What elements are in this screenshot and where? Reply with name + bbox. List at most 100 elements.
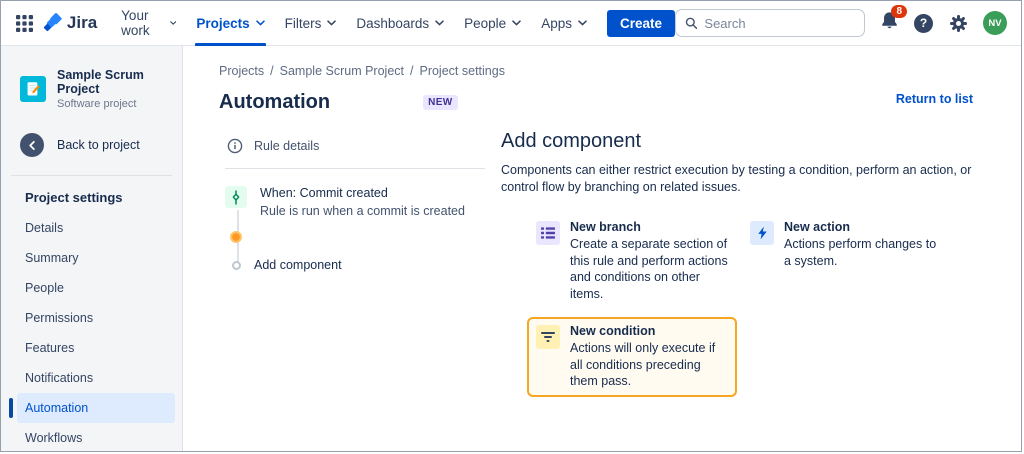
rule-divider	[225, 168, 485, 169]
add-component-step-label: Add component	[254, 258, 342, 272]
create-button[interactable]: Create	[607, 10, 675, 37]
breadcrumb-separator: /	[270, 64, 273, 78]
trigger-description: Rule is run when a commit is created	[260, 204, 465, 218]
notification-count-badge: 8	[891, 5, 907, 18]
rule-timeline: When: Commit created Rule is run when a …	[225, 186, 501, 272]
new-action-card[interactable]: New action Actions perform changes to a …	[741, 213, 951, 309]
nav-item-your-work[interactable]: Your work	[111, 1, 186, 46]
nav-item-label: People	[464, 16, 506, 31]
search-box[interactable]	[675, 9, 865, 37]
chevron-down-icon	[512, 20, 521, 26]
search-input[interactable]	[704, 16, 855, 31]
notifications-button[interactable]: 8	[880, 11, 899, 35]
nav-item-label: Your work	[121, 8, 164, 38]
back-arrow-icon	[20, 133, 44, 157]
nav-item-label: Filters	[285, 16, 322, 31]
new-condition-card[interactable]: New condition Actions will only execute …	[527, 317, 737, 397]
help-icon[interactable]: ?	[914, 14, 933, 33]
project-type: Software project	[57, 98, 170, 110]
gear-icon	[949, 14, 968, 33]
sidebar-item-features[interactable]: Features	[17, 333, 175, 363]
project-name: Sample Scrum Project	[57, 68, 170, 96]
project-title-block: Sample Scrum Project Software project	[57, 68, 170, 110]
step-circle-icon	[232, 261, 241, 270]
nav-item-label: Apps	[541, 16, 572, 31]
rule-details-label: Rule details	[254, 139, 319, 153]
breadcrumb: Projects / Sample Scrum Project / Project se…	[219, 64, 1021, 78]
breadcrumb-projects[interactable]: Projects	[219, 64, 264, 78]
breadcrumb-project[interactable]: Sample Scrum Project	[280, 64, 404, 78]
add-component-heading: Add component	[501, 130, 1005, 153]
jira-logo[interactable]: Jira	[42, 13, 97, 34]
sidebar-section-heading: Project settings	[1, 180, 182, 213]
card-text-block: New condition Actions will only execute …	[570, 324, 728, 390]
commit-trigger-icon	[225, 186, 247, 208]
chevron-down-icon	[435, 20, 444, 26]
sidebar-item-notifications[interactable]: Notifications	[17, 363, 175, 393]
jira-logo-text: Jira	[67, 13, 97, 33]
card-text-block: New branch Create a separate section of …	[570, 220, 728, 302]
radio-dot	[232, 233, 240, 241]
avatar[interactable]: NV	[983, 11, 1007, 35]
add-component-description: Components can either restrict execution…	[501, 162, 1005, 196]
breadcrumb-separator: /	[410, 64, 413, 78]
nav-item-dashboards[interactable]: Dashboards	[346, 1, 454, 46]
branch-list-icon	[536, 221, 560, 245]
card-title: New action	[784, 220, 942, 234]
jira-logo-icon	[42, 13, 63, 34]
card-description: Actions will only execute if all conditi…	[570, 340, 728, 390]
info-icon	[227, 138, 243, 154]
sidebar-item-people[interactable]: People	[17, 273, 175, 303]
rule-builder-column: Rule details When: Commit created Rule i…	[219, 130, 501, 397]
primary-nav: Your work Projects Filters Dashboards Pe…	[111, 1, 597, 46]
new-badge: NEW	[423, 95, 458, 110]
project-avatar-icon	[20, 76, 46, 102]
filter-icon	[536, 325, 560, 349]
nav-item-label: Dashboards	[356, 16, 429, 31]
project-settings-nav: Details Summary People Permissions Featu…	[1, 213, 182, 452]
add-component-panel: Add component Components can either rest…	[501, 130, 1021, 397]
app-switcher-icon[interactable]	[11, 9, 38, 37]
sidebar-item-permissions[interactable]: Permissions	[17, 303, 175, 333]
sidebar-item-workflows[interactable]: Workflows	[17, 423, 175, 452]
trigger-step[interactable]: When: Commit created Rule is run when a …	[225, 186, 501, 218]
chevron-down-icon	[327, 20, 336, 26]
chevron-down-icon	[170, 20, 176, 26]
sidebar-item-summary[interactable]: Summary	[17, 243, 175, 273]
trigger-title: When: Commit created	[260, 186, 465, 200]
page-title: Automation	[219, 91, 330, 114]
new-branch-card[interactable]: New branch Create a separate section of …	[527, 213, 737, 309]
trigger-text-block: When: Commit created Rule is run when a …	[260, 186, 465, 218]
lightning-icon	[750, 221, 774, 245]
chevron-down-icon	[578, 20, 587, 26]
topnav-right: 8 ? NV	[675, 9, 1007, 37]
back-to-project-link[interactable]: Back to project	[1, 118, 182, 165]
sidebar-divider	[11, 175, 172, 176]
sidebar-item-details[interactable]: Details	[17, 213, 175, 243]
card-title: New condition	[570, 324, 728, 338]
project-sidebar: Sample Scrum Project Software project Ba…	[1, 46, 183, 451]
nav-item-people[interactable]: People	[454, 1, 531, 46]
card-description: Create a separate section of this rule a…	[570, 236, 728, 302]
back-to-project-label: Back to project	[57, 138, 140, 152]
breadcrumb-project-settings[interactable]: Project settings	[419, 64, 504, 78]
nav-item-label: Projects	[196, 16, 249, 31]
nav-item-filters[interactable]: Filters	[275, 1, 347, 46]
jira-app-window: Jira Your work Projects Filters Dashboar…	[0, 0, 1022, 452]
card-description: Actions perform changes to a system.	[784, 236, 942, 269]
top-navigation-bar: Jira Your work Projects Filters Dashboar…	[1, 1, 1021, 46]
project-header[interactable]: Sample Scrum Project Software project	[1, 60, 182, 118]
add-component-step[interactable]: Add component	[232, 258, 501, 272]
main-content: Projects / Sample Scrum Project / Project se…	[183, 46, 1021, 451]
chevron-down-icon	[256, 20, 265, 26]
settings-button[interactable]	[948, 13, 968, 33]
component-cards: New branch Create a separate section of …	[527, 213, 1005, 397]
card-text-block: New action Actions perform changes to a …	[784, 220, 942, 269]
sidebar-item-automation[interactable]: Automation	[17, 393, 175, 423]
component-insert-radio[interactable]	[230, 231, 242, 243]
nav-item-apps[interactable]: Apps	[531, 1, 597, 46]
nav-item-projects[interactable]: Projects	[186, 1, 274, 46]
card-title: New branch	[570, 220, 728, 234]
return-to-list-link[interactable]: Return to list	[896, 92, 973, 106]
rule-details-link[interactable]: Rule details	[225, 130, 501, 168]
